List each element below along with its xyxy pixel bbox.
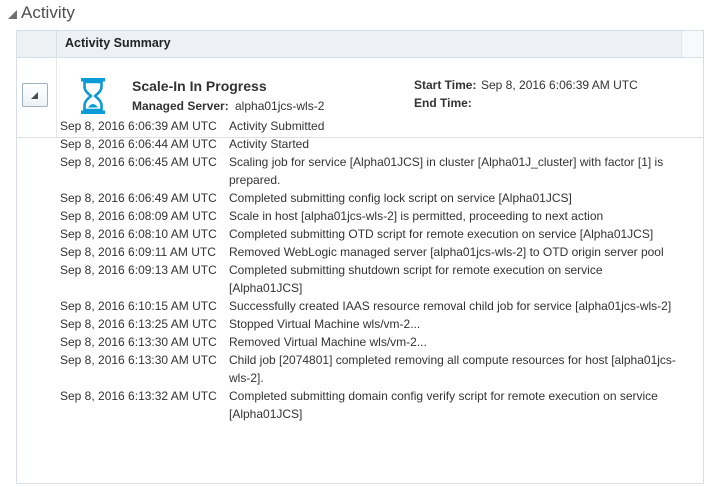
log-time: Sep 8, 2016 6:06:44 AM UTC [60,137,217,151]
activity-section-header[interactable]: Activity [8,2,75,24]
log-entry: Sep 8, 2016 6:09:11 AM UTC Removed WebLo… [60,243,680,261]
log-message: Scale in host [alpha01jcs-wls-2] is perm… [229,209,604,223]
log-entry: Sep 8, 2016 6:13:32 AM UTC Completed sub… [60,387,680,423]
log-message: Successfully created IAAS resource remov… [229,299,672,313]
log-entry: Sep 8, 2016 6:06:39 AM UTC Activity Subm… [60,117,680,135]
log-time: Sep 8, 2016 6:13:32 AM UTC [60,389,217,403]
log-time: Sep 8, 2016 6:09:13 AM UTC [60,263,217,277]
log-entry: Sep 8, 2016 6:08:09 AM UTC Scale in host… [60,207,680,225]
log-entry: Sep 8, 2016 6:06:45 AM UTC Scaling job f… [60,153,680,189]
managed-server-label: Managed Server: [132,99,229,113]
log-message: Stopped Virtual Machine wls/vm-2... [229,317,421,331]
activity-log: Sep 8, 2016 6:06:39 AM UTC Activity Subm… [60,117,680,423]
panel-header: Activity Summary [17,31,703,58]
status-title: Scale-In In Progress [132,78,267,94]
start-time-value: Sep 8, 2016 6:06:39 AM UTC [481,78,638,92]
log-entry: Sep 8, 2016 6:13:30 AM UTC Removed Virtu… [60,333,680,351]
log-message: Completed submitting config lock script … [229,191,572,205]
collapse-details-button[interactable] [22,83,48,107]
log-time: Sep 8, 2016 6:13:30 AM UTC [60,353,217,367]
log-time: Sep 8, 2016 6:08:10 AM UTC [60,227,217,241]
row-gutter [17,57,57,137]
log-time: Sep 8, 2016 6:06:45 AM UTC [60,155,217,169]
log-message: Removed WebLogic managed server [alpha01… [229,245,664,259]
log-entry: Sep 8, 2016 6:09:13 AM UTC Completed sub… [60,261,680,297]
managed-server-value: alpha01jcs-wls-2 [235,99,325,113]
triangle-up-icon [31,92,38,99]
log-time: Sep 8, 2016 6:08:09 AM UTC [60,209,217,223]
log-time: Sep 8, 2016 6:10:15 AM UTC [60,299,217,313]
header-gutter [17,31,57,57]
log-message: Child job [2074801] completed removing a… [229,353,676,385]
log-message: Completed submitting shutdown script for… [229,263,603,295]
log-time: Sep 8, 2016 6:06:49 AM UTC [60,191,217,205]
collapse-triangle-icon[interactable] [8,9,17,19]
log-time: Sep 8, 2016 6:13:30 AM UTC [60,335,217,349]
log-entry: Sep 8, 2016 6:08:10 AM UTC Completed sub… [60,225,680,243]
log-message: Completed submitting OTD script for remo… [229,227,654,241]
log-message: Scaling job for service [Alpha01JCS] in … [229,155,664,187]
log-message: Activity Started [229,137,310,151]
log-entry: Sep 8, 2016 6:06:44 AM UTC Activity Star… [60,135,680,153]
start-time-label: Start Time: [414,78,477,92]
header-right-cell [681,31,703,57]
log-entry: Sep 8, 2016 6:10:15 AM UTC Successfully … [60,297,680,315]
log-message: Completed submitting domain config verif… [229,389,658,421]
hourglass-icon [81,78,105,114]
section-title: Activity [21,3,75,22]
log-entry: Sep 8, 2016 6:13:30 AM UTC Child job [20… [60,351,680,387]
panel-header-title: Activity Summary [65,36,171,50]
log-message: Removed Virtual Machine wls/vm-2... [229,335,427,349]
log-entry: Sep 8, 2016 6:13:25 AM UTC Stopped Virtu… [60,315,680,333]
log-time: Sep 8, 2016 6:13:25 AM UTC [60,317,217,331]
log-time: Sep 8, 2016 6:09:11 AM UTC [60,245,216,259]
log-time: Sep 8, 2016 6:06:39 AM UTC [60,119,217,133]
log-message: Activity Submitted [229,119,325,133]
log-entry: Sep 8, 2016 6:06:49 AM UTC Completed sub… [60,189,680,207]
end-time-label: End Time: [414,96,472,110]
